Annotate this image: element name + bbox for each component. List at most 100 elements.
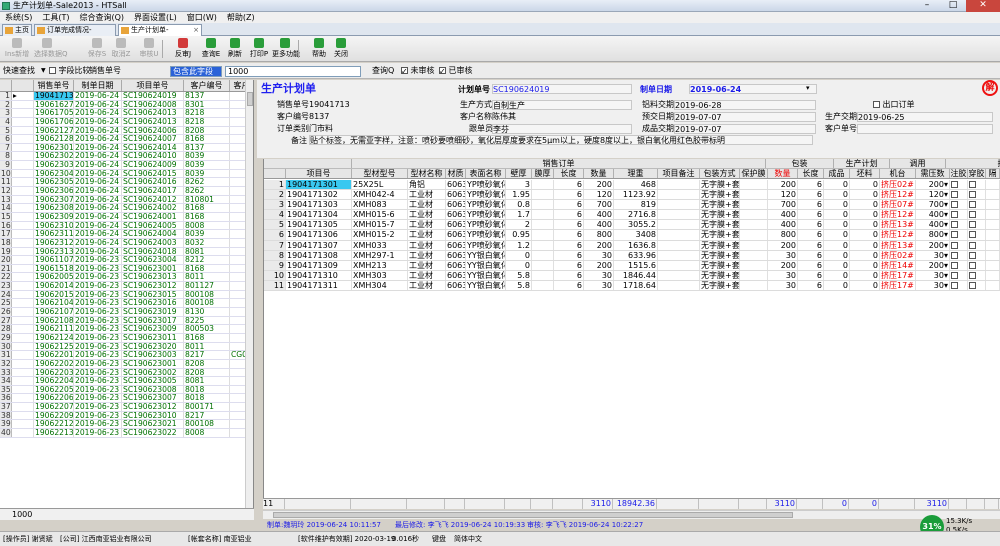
chevron-down-icon[interactable]: ▾: [944, 261, 948, 270]
table-cell[interactable]: [658, 230, 700, 240]
table-cell[interactable]: 30 ▾: [916, 270, 950, 280]
detail-horizontal-scrollbar[interactable]: [263, 510, 1000, 519]
table-cell[interactable]: [968, 250, 986, 260]
fuzzy-compare-checkbox[interactable]: 字段比较: [49, 63, 91, 79]
table-cell[interactable]: 0: [850, 270, 880, 280]
table-cell[interactable]: 700: [768, 200, 798, 210]
table-cell[interactable]: [968, 260, 986, 270]
table-cell[interactable]: XMH015-6: [352, 210, 408, 220]
table-cell[interactable]: 6: [798, 270, 824, 280]
table-cell[interactable]: 6: [554, 230, 584, 240]
toolbar-button-4[interactable]: 审核U: [136, 38, 162, 60]
header-date[interactable]: 制单日期: [74, 80, 122, 91]
table-cell[interactable]: [968, 220, 986, 230]
table-cell[interactable]: 6063: [446, 270, 466, 280]
table-cell[interactable]: 2: [506, 220, 532, 230]
table-cell[interactable]: [950, 210, 968, 220]
list-item[interactable]: 38 19062209 2019-06-23 SC190623010 8217: [0, 411, 253, 421]
order-type-field[interactable]: 门市料: [309, 124, 389, 134]
list-item[interactable]: 12 19062306 2019-06-24 SC190624017 8262: [0, 187, 253, 196]
plan-no-field[interactable]: SC190624019: [492, 84, 632, 94]
table-cell[interactable]: [740, 250, 768, 260]
table-cell[interactable]: [950, 220, 968, 230]
checkbox-box[interactable]: [969, 211, 976, 219]
table-cell[interactable]: 6: [554, 240, 584, 250]
table-cell[interactable]: [968, 280, 986, 291]
table-cell[interactable]: 6: [798, 250, 824, 260]
column-header-12[interactable]: 包装方式: [700, 169, 740, 178]
table-cell[interactable]: 角铝: [408, 180, 446, 190]
table-cell[interactable]: YP喷砂氧化: [466, 200, 506, 210]
table-cell[interactable]: 400 ▾: [916, 210, 950, 220]
checkbox-box[interactable]: [401, 64, 408, 80]
checkbox-box[interactable]: [969, 271, 976, 279]
table-cell[interactable]: [968, 270, 986, 280]
table-cell[interactable]: 120 ▾: [916, 190, 950, 200]
table-cell[interactable]: 800: [584, 230, 614, 240]
list-item[interactable]: 5 19062127 2019-06-24 SC190624006 8208: [0, 126, 253, 136]
table-cell[interactable]: [968, 180, 986, 190]
table-cell[interactable]: 400 ▾: [916, 220, 950, 230]
chevron-down-icon[interactable]: ▾: [944, 271, 948, 280]
table-cell[interactable]: YY银白氧化: [466, 250, 506, 260]
list-item[interactable]: 4 19061706 2019-06-24 SC190624013 8218: [0, 117, 253, 127]
table-row[interactable]: 3 1904171303 XMH083 工业材 6063 YP喷砂氧化 0.8 6 700 819…: [264, 200, 1000, 211]
table-cell[interactable]: 30: [584, 280, 614, 291]
maximize-button[interactable]: □: [940, 0, 966, 12]
table-cell[interactable]: YY银白氧化: [466, 260, 506, 270]
list-item[interactable]: 3 19061705 2019-06-24 SC190624013 8218: [0, 109, 253, 118]
chevron-down-icon[interactable]: ▾: [944, 281, 948, 290]
table-cell[interactable]: 6: [798, 200, 824, 210]
table-cell[interactable]: [532, 210, 554, 220]
column-header-1[interactable]: 项目号: [286, 169, 352, 178]
checkbox-box[interactable]: [969, 221, 976, 229]
table-cell[interactable]: [532, 190, 554, 200]
sales-no-field[interactable]: 19041713: [309, 100, 389, 110]
list-item[interactable]: 7 19062301 2019-06-24 SC190624014 8137: [0, 143, 253, 153]
table-cell[interactable]: [740, 210, 768, 220]
table-cell[interactable]: 6: [554, 260, 584, 270]
column-header-3[interactable]: 型材名称: [408, 169, 446, 178]
table-cell[interactable]: 0: [824, 200, 850, 210]
table-cell[interactable]: [532, 200, 554, 210]
table-cell[interactable]: 30 ▾: [916, 280, 950, 291]
list-item[interactable]: 35 19062205 2019-06-23 SC190623008 8018: [0, 385, 253, 395]
list-item[interactable]: 9 19062303 2019-06-24 SC190624009 8039: [0, 161, 253, 170]
table-cell[interactable]: 6: [798, 220, 824, 230]
table-cell[interactable]: 6: [554, 190, 584, 200]
table-cell[interactable]: XMH304: [352, 280, 408, 291]
chevron-down-icon[interactable]: ▾: [944, 220, 948, 229]
table-cell[interactable]: 工业材: [408, 210, 446, 220]
table-cell[interactable]: 5.8: [506, 280, 532, 291]
table-cell[interactable]: 工业材: [408, 260, 446, 270]
table-cell[interactable]: 1636.8: [614, 240, 658, 250]
table-cell[interactable]: 700: [584, 200, 614, 210]
table-cell[interactable]: [950, 190, 968, 200]
menu-tools[interactable]: 工具(T): [37, 12, 74, 23]
checkbox-box[interactable]: [951, 191, 958, 199]
table-cell[interactable]: 200 ▾: [916, 260, 950, 270]
table-cell[interactable]: [658, 270, 700, 280]
checkbox-box[interactable]: [969, 181, 976, 188]
table-cell[interactable]: 工业材: [408, 230, 446, 240]
table-cell[interactable]: 0: [824, 280, 850, 291]
tab-production-plan[interactable]: 生产计划单-Sale2013 ×: [118, 24, 202, 45]
table-cell[interactable]: 0: [850, 210, 880, 220]
menu-ui-settings[interactable]: 界面设置(L): [129, 12, 182, 23]
column-header-16[interactable]: 成品: [824, 169, 850, 178]
table-cell[interactable]: 6: [798, 210, 824, 220]
table-cell[interactable]: [740, 230, 768, 240]
table-cell[interactable]: 挤压13#: [880, 240, 916, 250]
toolbar-button-1[interactable]: 选择数据Q: [34, 38, 68, 60]
table-cell[interactable]: [740, 180, 768, 190]
checkbox-box[interactable]: [969, 261, 976, 269]
table-cell[interactable]: 0: [824, 230, 850, 240]
table-cell[interactable]: XMH303: [352, 270, 408, 280]
list-item[interactable]: 2 19061627 2019-06-24 SC190624008 8301: [0, 100, 253, 110]
table-cell[interactable]: 3408: [614, 230, 658, 240]
table-cell[interactable]: [950, 180, 968, 190]
table-cell[interactable]: 1.2: [506, 240, 532, 250]
table-cell[interactable]: [532, 280, 554, 291]
table-cell[interactable]: 0: [506, 250, 532, 260]
table-cell[interactable]: 6: [798, 260, 824, 270]
